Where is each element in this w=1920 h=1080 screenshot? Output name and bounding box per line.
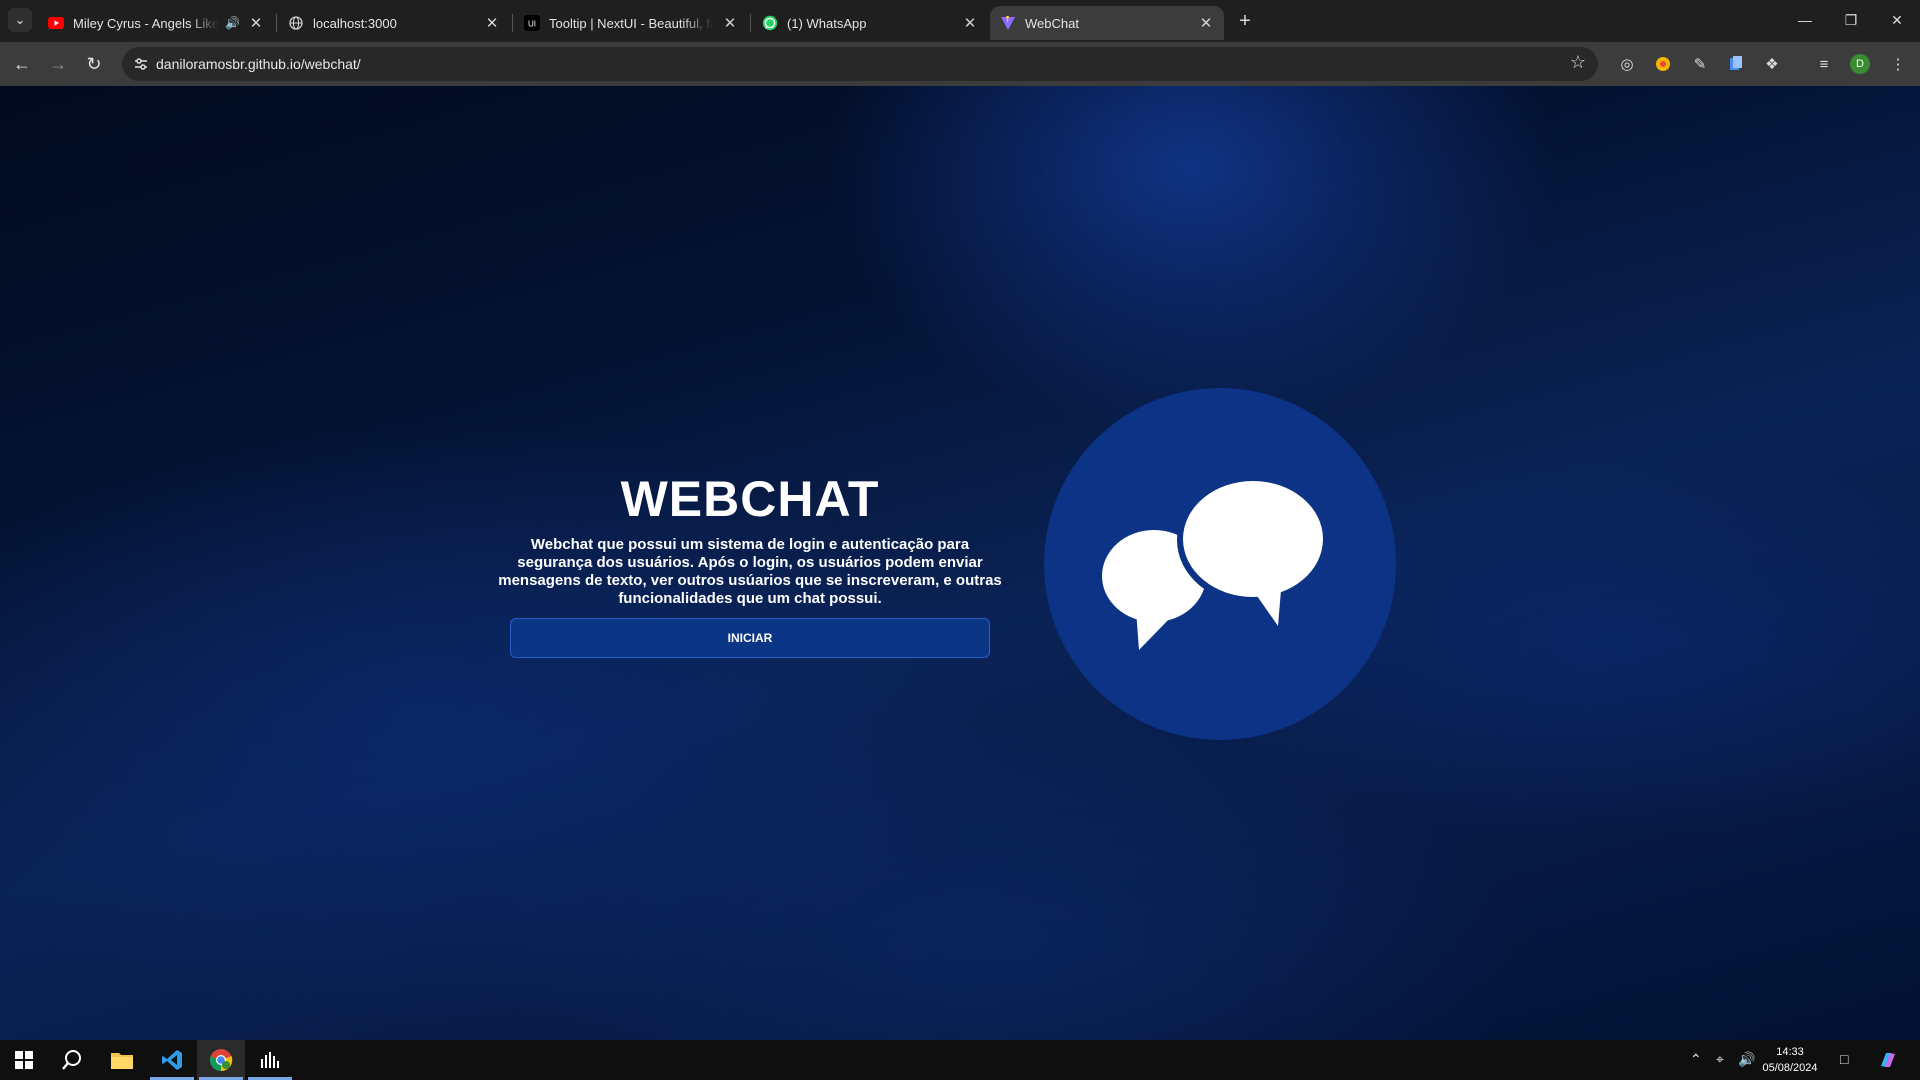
close-icon: ✕ xyxy=(1891,11,1903,28)
restore-icon: ❐ xyxy=(1844,11,1858,28)
minimize-button[interactable]: — xyxy=(1782,6,1828,34)
reload-icon: ↻ xyxy=(86,53,102,74)
tab-separator xyxy=(512,14,513,32)
page-description: Webchat que possui um sistema de login e… xyxy=(498,536,1002,607)
tab-separator xyxy=(276,14,277,32)
profile-avatar[interactable]: D xyxy=(1850,54,1870,74)
windows-taskbar: ⌃ ⌖ 🔊 14:33 05/08/2024 □ xyxy=(0,1040,1920,1080)
files-extension-icon[interactable] xyxy=(1724,52,1748,76)
glasses-extension-icon[interactable]: ◎ xyxy=(1615,52,1639,76)
windows-icon xyxy=(15,1051,33,1069)
copilot-button[interactable] xyxy=(1864,1040,1912,1080)
tab-nextui[interactable]: UI Tooltip | NextUI - Beautiful, fast ✕ xyxy=(514,6,748,40)
close-icon[interactable]: ✕ xyxy=(248,14,264,32)
equalizer-icon xyxy=(261,1052,279,1068)
file-explorer-button[interactable] xyxy=(98,1040,146,1080)
arrow-left-icon: ← xyxy=(13,53,31,74)
clock-time: 14:33 xyxy=(1776,1046,1804,1058)
youtube-icon xyxy=(48,15,64,31)
address-bar[interactable]: daniloramosbr.github.io/webchat/ ☆ xyxy=(122,47,1598,81)
clock-date: 05/08/2024 xyxy=(1762,1062,1818,1074)
kebab-menu-icon[interactable]: ⋮ xyxy=(1886,52,1910,76)
tab-title: (1) WhatsApp xyxy=(787,15,867,31)
copilot-icon xyxy=(1881,1053,1895,1067)
restore-button[interactable]: ❐ xyxy=(1828,6,1874,34)
tab-strip: ⌄ Miley Cyrus - Angels Like You 🔊 ✕ loca… xyxy=(0,0,1920,42)
start-button[interactable]: INICIAR xyxy=(510,618,990,658)
whatsapp-icon xyxy=(762,15,778,31)
taskbar-clock[interactable]: 14:33 05/08/2024 xyxy=(1752,1044,1828,1076)
eyedropper-extension-icon[interactable]: ✎ xyxy=(1688,52,1712,76)
tab-webchat[interactable]: WebChat ✕ xyxy=(990,6,1224,40)
bookmark-star-icon[interactable]: ☆ xyxy=(1570,52,1586,73)
notifications-icon[interactable]: □ xyxy=(1840,1051,1848,1067)
tab-whatsapp[interactable]: (1) WhatsApp ✕ xyxy=(752,6,988,40)
reload-button[interactable]: ↻ xyxy=(80,50,108,78)
nextui-icon: UI xyxy=(524,15,540,31)
vite-icon xyxy=(1000,15,1016,31)
chevron-up-icon[interactable]: ⌃ xyxy=(1690,1051,1702,1068)
tab-title: Miley Cyrus - Angels Like You xyxy=(73,15,219,31)
tab-title: WebChat xyxy=(1025,15,1079,31)
arrow-right-icon: → xyxy=(49,53,67,74)
chat-bubbles-icon xyxy=(1044,388,1396,740)
url-text[interactable]: daniloramosbr.github.io/webchat/ xyxy=(156,56,361,72)
close-icon[interactable]: ✕ xyxy=(722,14,738,32)
back-button[interactable]: ← xyxy=(8,50,36,78)
minimize-icon: — xyxy=(1798,12,1812,28)
tab-title: Tooltip | NextUI - Beautiful, fast xyxy=(549,15,714,31)
folder-icon xyxy=(111,1053,133,1069)
search-icon xyxy=(62,1050,81,1070)
tab-separator xyxy=(750,14,751,32)
chrome-button[interactable] xyxy=(197,1040,245,1080)
extensions-puzzle-icon[interactable]: ❖ xyxy=(1760,52,1784,76)
tab-title: localhost:3000 xyxy=(313,15,397,31)
forward-button[interactable]: → xyxy=(44,50,72,78)
globe-icon xyxy=(288,15,304,31)
chrome-icon xyxy=(210,1049,233,1072)
new-tab-button[interactable]: + xyxy=(1232,8,1258,34)
svg-text:UI: UI xyxy=(528,20,536,29)
colorful-extension-icon[interactable] xyxy=(1651,52,1675,76)
network-icon[interactable]: ⌖ xyxy=(1716,1051,1724,1068)
webchat-page: WEBCHAT Webchat que possui um sistema de… xyxy=(0,86,1920,1040)
page-title: WEBCHAT xyxy=(620,471,880,527)
chevron-down-icon: ⌄ xyxy=(14,12,26,27)
search-button[interactable] xyxy=(48,1040,96,1080)
site-settings-icon[interactable] xyxy=(132,55,150,73)
tab-localhost[interactable]: localhost:3000 ✕ xyxy=(278,6,510,40)
speaker-icon[interactable]: 🔊 xyxy=(225,16,240,30)
tab-youtube[interactable]: Miley Cyrus - Angels Like You 🔊 ✕ xyxy=(38,6,274,40)
tab-search-button[interactable]: ⌄ xyxy=(8,8,32,32)
close-icon[interactable]: ✕ xyxy=(484,14,500,32)
plus-icon: + xyxy=(1239,9,1251,32)
close-window-button[interactable]: ✕ xyxy=(1874,6,1920,34)
media-controls-icon[interactable]: ≡ xyxy=(1812,52,1836,76)
vscode-icon xyxy=(162,1050,182,1070)
vscode-button[interactable] xyxy=(148,1040,196,1080)
browser-toolbar: ← → ↻ daniloramosbr.github.io/webchat/ ☆… xyxy=(0,42,1920,86)
close-icon[interactable]: ✕ xyxy=(1198,14,1214,32)
close-icon[interactable]: ✕ xyxy=(962,14,978,32)
start-menu-button[interactable] xyxy=(0,1040,48,1080)
audio-app-button[interactable] xyxy=(246,1040,294,1080)
